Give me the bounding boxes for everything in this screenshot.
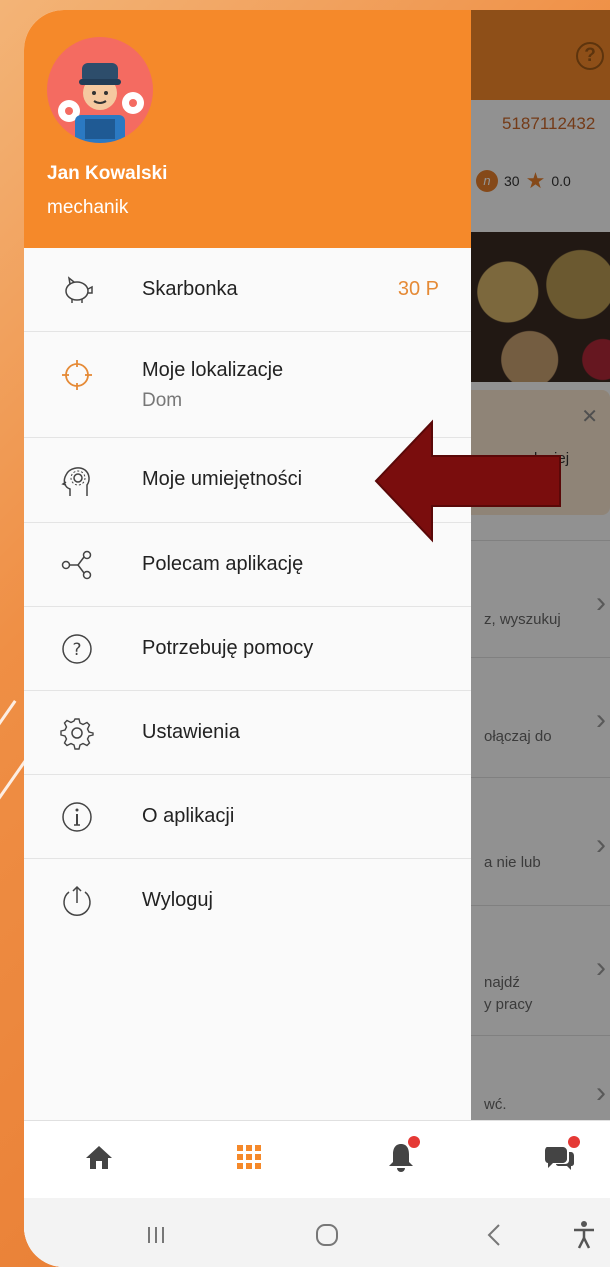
menu-item-label: Moje lokalizacje [142, 359, 284, 381]
notification-badge [408, 1136, 420, 1148]
crosshair-icon [60, 358, 94, 392]
svg-text:?: ? [72, 640, 81, 660]
help-icon: ? [60, 632, 94, 666]
menu-item-pomoc[interactable]: ? Potrzebuję pomocy [24, 607, 471, 691]
home-icon[interactable] [74, 1132, 124, 1182]
share-icon [60, 548, 94, 582]
navigation-drawer: Jan Kowalski mechanik Skarbonka 30 P Moj… [24, 10, 471, 1120]
grid-icon[interactable] [224, 1132, 274, 1182]
piggy-bank-icon [60, 272, 94, 306]
menu-item-value: 30 P [397, 278, 439, 300]
chat-icon[interactable] [534, 1132, 584, 1182]
bell-icon[interactable] [376, 1132, 426, 1182]
decorative-stripe [0, 760, 27, 926]
avatar[interactable] [47, 37, 153, 143]
phone-screen: ? 5187112432 n 30 ★ 0.0 ✕ lepiej z, wysz… [24, 10, 610, 1267]
menu-item-label: Skarbonka [142, 278, 238, 300]
recent-apps-icon[interactable] [136, 1215, 176, 1255]
menu-item-label: O aplikacji [142, 805, 235, 827]
gear-icon [60, 716, 94, 750]
menu-item-ustawienia[interactable]: Ustawienia [24, 691, 471, 775]
info-icon [60, 800, 94, 834]
accessibility-icon[interactable] [564, 1215, 604, 1255]
brain-gear-icon [60, 464, 94, 498]
menu-item-label: Moje umiejętności [142, 468, 303, 490]
menu-item-label: Ustawienia [142, 721, 240, 743]
home-circle-icon[interactable] [307, 1215, 347, 1255]
menu-item-label: Wyloguj [142, 889, 213, 911]
user-name: Jan Kowalski [47, 163, 168, 184]
notification-badge [568, 1136, 580, 1148]
scrim-overlay[interactable] [471, 10, 610, 1120]
back-icon[interactable] [474, 1215, 514, 1255]
menu-item-o-aplikacji[interactable]: O aplikacji [24, 775, 471, 859]
menu-item-label: Potrzebuję pomocy [142, 637, 314, 659]
annotation-arrow-icon [374, 419, 561, 543]
menu-item-skarbonka[interactable]: Skarbonka 30 P [24, 248, 471, 332]
menu-item-sublabel: Dom [142, 390, 183, 411]
user-role: mechanik [47, 197, 129, 218]
drawer-header: Jan Kowalski mechanik [24, 10, 471, 248]
menu-item-label: Polecam aplikację [142, 553, 304, 575]
logout-icon [60, 884, 94, 918]
menu-item-wyloguj[interactable]: Wyloguj [24, 859, 471, 943]
